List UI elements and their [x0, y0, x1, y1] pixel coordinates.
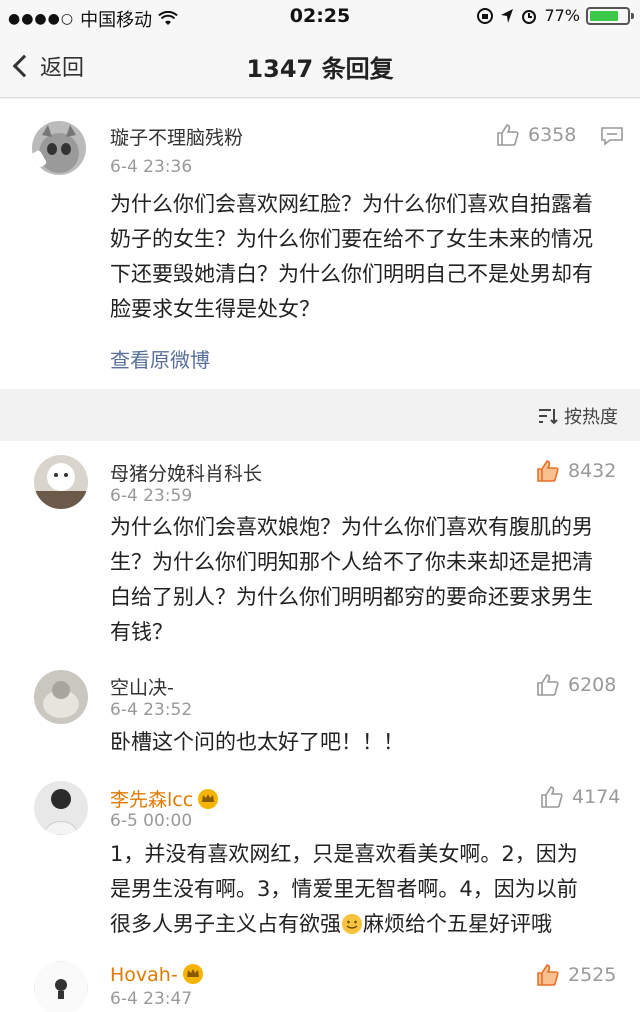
status-right: 77%: [476, 6, 634, 25]
comment-icon[interactable]: [600, 126, 624, 146]
like-button[interactable]: 6358: [496, 123, 576, 147]
back-label: 返回: [40, 56, 85, 81]
reply-author-name: Hovah-: [110, 964, 178, 986]
view-original-link[interactable]: 查看原微博: [110, 344, 210, 373]
list-item: 母猪分娩科肖科长 6-4 23:59 8432 为什么你们会喜欢娘炮？为什么你们…: [0, 441, 640, 661]
reply-text: 卧槽这个问的也太好了吧！！！: [110, 730, 404, 754]
reply-time: 6-5 00:00: [110, 811, 193, 831]
sort-bar: 按热度: [0, 389, 640, 441]
avatar[interactable]: [34, 670, 88, 724]
chevron-left-icon: [12, 54, 36, 78]
thumbs-up-filled-icon: [537, 460, 559, 482]
avatar[interactable]: [34, 961, 88, 1012]
like-count: 4174: [572, 786, 621, 808]
reply-text: 为什么你们会喜欢娘炮？为什么你们喜欢有腹肌的男生？为什么你们明知那个人给不了你未…: [110, 515, 593, 644]
avatar[interactable]: [34, 781, 88, 835]
sort-icon: [539, 409, 558, 425]
status-bar: ●●●●○ 中国移动 02:25 77%: [0, 0, 640, 34]
rotation-lock-icon: [477, 7, 494, 24]
reply-author[interactable]: 李先森lcc: [110, 785, 219, 812]
reply-author[interactable]: 空山决-: [110, 673, 174, 700]
avatar[interactable]: [32, 121, 86, 175]
list-item: 空山决- 6-4 23:52 6208 卧槽这个问的也太好了吧！！！: [0, 661, 640, 773]
alarm-icon: [522, 9, 537, 24]
sort-label: 按热度: [564, 407, 618, 428]
like-button[interactable]: 8432: [536, 459, 616, 483]
reply-time: 6-4 23:52: [110, 700, 193, 720]
reply-list: 母猪分娩科肖科长 6-4 23:59 8432 为什么你们会喜欢娘炮？为什么你们…: [0, 441, 640, 1012]
list-item: Hovah- 6-4 23:47 2525: [0, 951, 640, 1012]
location-icon: [501, 8, 514, 23]
battery-fill: [590, 10, 618, 21]
reply-author[interactable]: 母猪分娩科肖科长: [110, 459, 262, 486]
battery-icon: [586, 6, 634, 25]
thumbs-up-icon: [497, 124, 519, 146]
reply-text: 1，并没有喜欢网红，只是喜欢看美女啊。2，因为是男生没有啊。3，情爱里无智者啊。…: [110, 837, 590, 942]
reply-time: 6-4 23:59: [110, 486, 193, 506]
like-button[interactable]: 6208: [536, 673, 616, 697]
vip-crown-icon: [198, 789, 219, 809]
sort-by-hot-button[interactable]: 按热度: [538, 403, 618, 429]
thumbs-up-icon: [537, 674, 559, 696]
post-author[interactable]: 璇子不理脑残粉: [110, 123, 243, 150]
avatar[interactable]: [34, 455, 88, 509]
thumbs-up-filled-icon: [537, 964, 559, 986]
post-time: 6-4 23:36: [110, 157, 193, 177]
page-title: 1347 条回复: [246, 55, 394, 83]
navigation-bar: 返回 1347 条回复: [0, 34, 640, 98]
battery-percent: 77%: [544, 6, 580, 25]
emoji-smile-icon: [342, 914, 362, 934]
like-count: 2525: [568, 964, 617, 986]
reply-author-name: 李先森lcc: [110, 789, 194, 811]
reply-text-tail: 麻烦给个五星好评哦: [363, 912, 552, 936]
reply-time: 6-4 23:47: [110, 989, 193, 1009]
reply-author[interactable]: Hovah-: [110, 963, 204, 986]
like-button[interactable]: 2525: [536, 963, 616, 987]
list-item: 李先森lcc 6-5 00:00 4174 1，并没有喜欢网红，只是喜欢看美女啊…: [0, 773, 640, 951]
like-count: 6208: [568, 674, 617, 696]
main-post: 璇子不理脑残粉 6-4 23:36 6358 为什么你们会喜欢网红脸？为什么你们…: [0, 99, 640, 389]
thumbs-up-icon: [541, 786, 563, 808]
back-button[interactable]: 返回: [12, 50, 85, 82]
vip-crown-icon: [182, 964, 203, 984]
like-count: 8432: [568, 460, 617, 482]
post-text: 为什么你们会喜欢网红脸？为什么你们喜欢自拍露着奶子的女生？为什么你们要在给不了女…: [110, 192, 593, 321]
like-count: 6358: [528, 124, 577, 146]
like-button[interactable]: 4174: [540, 785, 620, 809]
